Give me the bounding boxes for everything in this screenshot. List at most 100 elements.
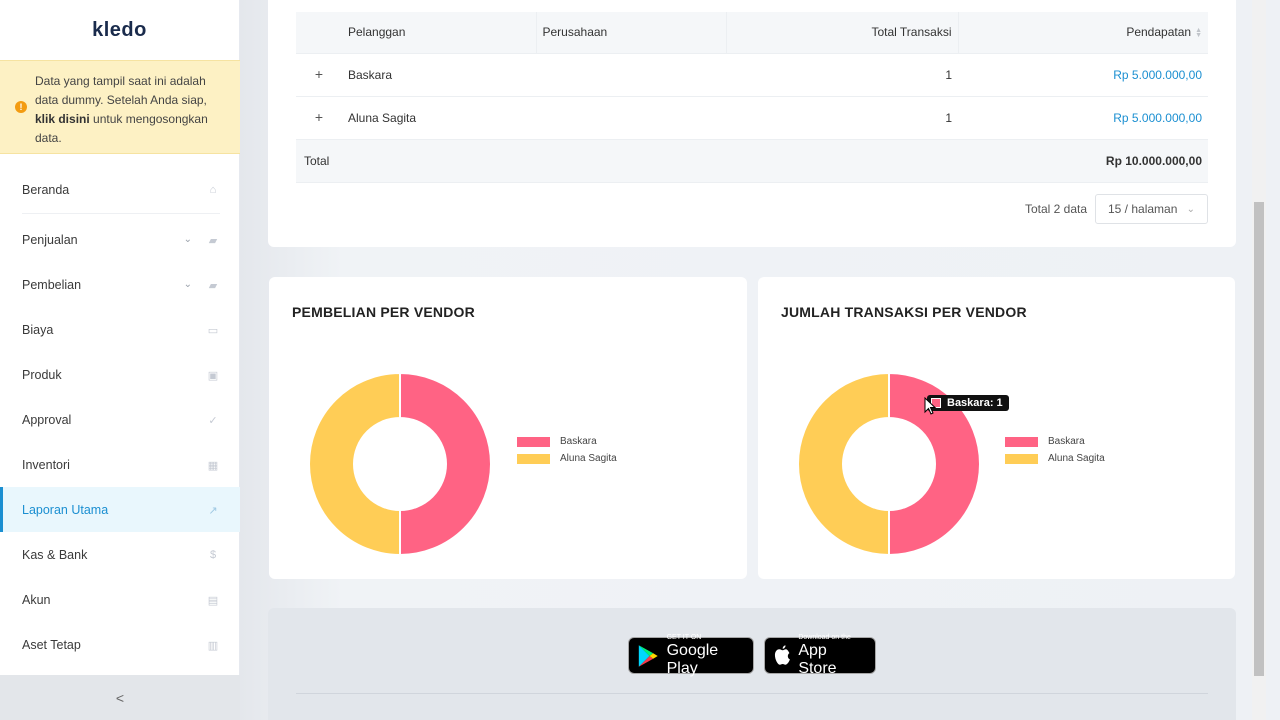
notice-text: Data yang tampil saat ini adalah data du… bbox=[35, 74, 207, 107]
donut-slice-aluna-sagita[interactable] bbox=[308, 371, 401, 557]
cell-pendapatan-link[interactable]: Rp 5.000.000,00 bbox=[958, 96, 1208, 140]
legend-swatch bbox=[517, 436, 550, 447]
sidebar-item-pembelian[interactable]: Pembelian ⌄ ▰ bbox=[0, 262, 240, 307]
sidebar-item-label: Akun bbox=[22, 592, 51, 607]
sidebar-item-label: Approval bbox=[22, 412, 72, 427]
bag-icon: ▰ bbox=[208, 279, 218, 292]
sidebar-item-label: Penjualan bbox=[22, 232, 78, 247]
cell-total-transaksi: 1 bbox=[726, 96, 958, 140]
sidebar-menu: Beranda ⌂ Penjualan ⌄ ▰ Pembelian ⌄ ▰ Bi… bbox=[0, 167, 240, 667]
legend-item[interactable]: Aluna Sagita bbox=[517, 450, 617, 467]
chevron-down-icon: ⌄ bbox=[183, 279, 192, 290]
cell-pelanggan: Baskara bbox=[342, 53, 536, 97]
pagination: Total 2 data 15 / halaman ⌄ bbox=[1025, 194, 1208, 224]
sidebar-item-produk[interactable]: Produk ▣ bbox=[0, 352, 240, 397]
sidebar-item-penjualan[interactable]: Penjualan ⌄ ▰ bbox=[0, 217, 240, 262]
notice-link[interactable]: klik disini bbox=[35, 112, 90, 126]
sidebar-item-label: Laporan Utama bbox=[22, 502, 109, 517]
sidebar-item-label: Kas & Bank bbox=[22, 547, 88, 562]
card-icon: ▭ bbox=[207, 324, 219, 337]
sidebar-item-aset-tetap[interactable]: Aset Tetap ▥ bbox=[0, 622, 240, 667]
column-header-total-transaksi[interactable]: Total Transaksi bbox=[725, 12, 958, 54]
chevron-left-icon: < bbox=[115, 689, 125, 706]
google-play-small-text: GET IT ON bbox=[666, 633, 702, 641]
expand-row-icon[interactable]: + bbox=[312, 110, 326, 124]
chart-tooltip: Baskara: 1 bbox=[927, 395, 1009, 411]
column-header-pendapatan[interactable]: Pendapatan ▲ ▼ bbox=[957, 12, 1208, 54]
vertical-scrollbar[interactable] bbox=[1252, 0, 1266, 720]
cell-pelanggan: Aluna Sagita bbox=[342, 96, 536, 140]
sidebar-item-laporan-utama[interactable]: Laporan Utama ↗ bbox=[0, 487, 240, 532]
sidebar-collapse-button[interactable]: < bbox=[0, 675, 240, 720]
legend-item[interactable]: Baskara bbox=[517, 433, 617, 450]
sidebar-item-label: Inventori bbox=[22, 457, 70, 472]
legend-swatch bbox=[517, 453, 550, 464]
dummy-data-notice: ! Data yang tampil saat ini adalah data … bbox=[0, 60, 240, 154]
google-play-button[interactable]: GET IT ON Google Play bbox=[628, 633, 754, 677]
scrollbar-thumb[interactable] bbox=[1254, 202, 1264, 676]
sidebar-item-akun[interactable]: Akun ▤ bbox=[0, 577, 240, 622]
warning-icon: ! bbox=[15, 101, 27, 113]
sidebar-item-approval[interactable]: Approval ✓ bbox=[0, 397, 240, 442]
chart-card-jumlah-transaksi: JUMLAH TRANSAKSI PER VENDOR Baskara Alun… bbox=[758, 277, 1235, 579]
expand-row-icon[interactable]: + bbox=[312, 67, 326, 81]
table-header-row: Pelanggan Perusahaan Total Transaksi Pen… bbox=[296, 12, 1208, 54]
sidebar-item-beranda[interactable]: Beranda ⌂ bbox=[22, 167, 220, 214]
expand-column-header bbox=[296, 12, 342, 54]
sidebar-item-label: Pembelian bbox=[22, 277, 82, 292]
sidebar-item-label: Biaya bbox=[22, 322, 54, 337]
legend-label: Aluna Sagita bbox=[1048, 453, 1105, 464]
column-header-perusahaan[interactable]: Perusahaan bbox=[535, 12, 726, 54]
footer-divider bbox=[296, 693, 1208, 694]
legend-label: Baskara bbox=[1048, 436, 1085, 447]
page-size-value: 15 / halaman bbox=[1108, 202, 1178, 216]
app-store-small-text: Download on the bbox=[798, 633, 851, 641]
home-icon: ⌂ bbox=[209, 184, 217, 196]
app-store-big-text: App Store bbox=[798, 641, 837, 677]
chart-legend: Baskara Aluna Sagita bbox=[517, 433, 617, 467]
total-value: Rp 10.000.000,00 bbox=[958, 139, 1208, 183]
mouse-cursor-icon bbox=[924, 397, 937, 415]
donut-slice-baskara[interactable] bbox=[399, 371, 492, 557]
check-icon: ✓ bbox=[208, 414, 218, 427]
tooltip-text: Baskara: 1 bbox=[947, 397, 1003, 409]
chart-legend: Baskara Aluna Sagita bbox=[1005, 433, 1105, 467]
column-header-pelanggan[interactable]: Pelanggan bbox=[342, 12, 536, 54]
sidebar-item-label: Beranda bbox=[22, 183, 70, 197]
chart-card-pembelian: PEMBELIAN PER VENDOR Baskara Aluna Sagit… bbox=[269, 277, 747, 579]
legend-label: Aluna Sagita bbox=[560, 453, 617, 464]
cell-pendapatan-link[interactable]: Rp 5.000.000,00 bbox=[958, 53, 1208, 97]
basket-icon: ▰ bbox=[208, 234, 218, 247]
legend-item[interactable]: Aluna Sagita bbox=[1005, 450, 1105, 467]
table-total-row: Total Rp 10.000.000,00 bbox=[296, 139, 1208, 183]
pendapatan-header-label: Pendapatan bbox=[1126, 25, 1192, 40]
google-play-big-text: Google Play bbox=[666, 641, 719, 677]
chevron-down-icon: ⌄ bbox=[1186, 203, 1195, 215]
table-row: + Aluna Sagita 1 Rp 5.000.000,00 bbox=[296, 96, 1208, 140]
building-icon: ▥ bbox=[207, 639, 219, 652]
google-play-icon bbox=[638, 644, 658, 667]
sidebar-item-kas-bank[interactable]: Kas & Bank $ bbox=[0, 532, 240, 577]
donut-chart-jumlah-transaksi bbox=[797, 371, 981, 557]
chart-icon: ↗ bbox=[208, 504, 218, 517]
customer-table: Pelanggan Perusahaan Total Transaksi Pen… bbox=[296, 12, 1208, 183]
box-icon: ▣ bbox=[207, 369, 219, 382]
donut-slice-aluna-sagita[interactable] bbox=[797, 371, 890, 557]
cell-perusahaan bbox=[536, 96, 726, 140]
app-store-button[interactable]: Download on the App Store bbox=[764, 633, 876, 677]
sidebar-item-biaya[interactable]: Biaya ▭ bbox=[0, 307, 240, 352]
cell-total-transaksi: 1 bbox=[726, 53, 958, 97]
page-size-select[interactable]: 15 / halaman ⌄ bbox=[1095, 194, 1208, 224]
donut-chart-pembelian bbox=[308, 371, 492, 557]
legend-item[interactable]: Baskara bbox=[1005, 433, 1105, 450]
dollar-icon: $ bbox=[209, 548, 217, 561]
pagination-total: Total 2 data bbox=[1024, 202, 1087, 216]
main-content: Pelanggan Perusahaan Total Transaksi Pen… bbox=[240, 0, 1266, 720]
kledo-logo[interactable]: kledo bbox=[0, 0, 239, 60]
total-label: Total bbox=[296, 139, 536, 183]
legend-label: Baskara bbox=[560, 436, 597, 447]
sidebar-item-inventori[interactable]: Inventori ▦ bbox=[0, 442, 240, 487]
sidebar: kledo ! Data yang tampil saat ini adalah… bbox=[0, 0, 240, 720]
legend-swatch bbox=[1005, 453, 1038, 464]
sort-icon[interactable]: ▲ ▼ bbox=[1195, 27, 1202, 39]
